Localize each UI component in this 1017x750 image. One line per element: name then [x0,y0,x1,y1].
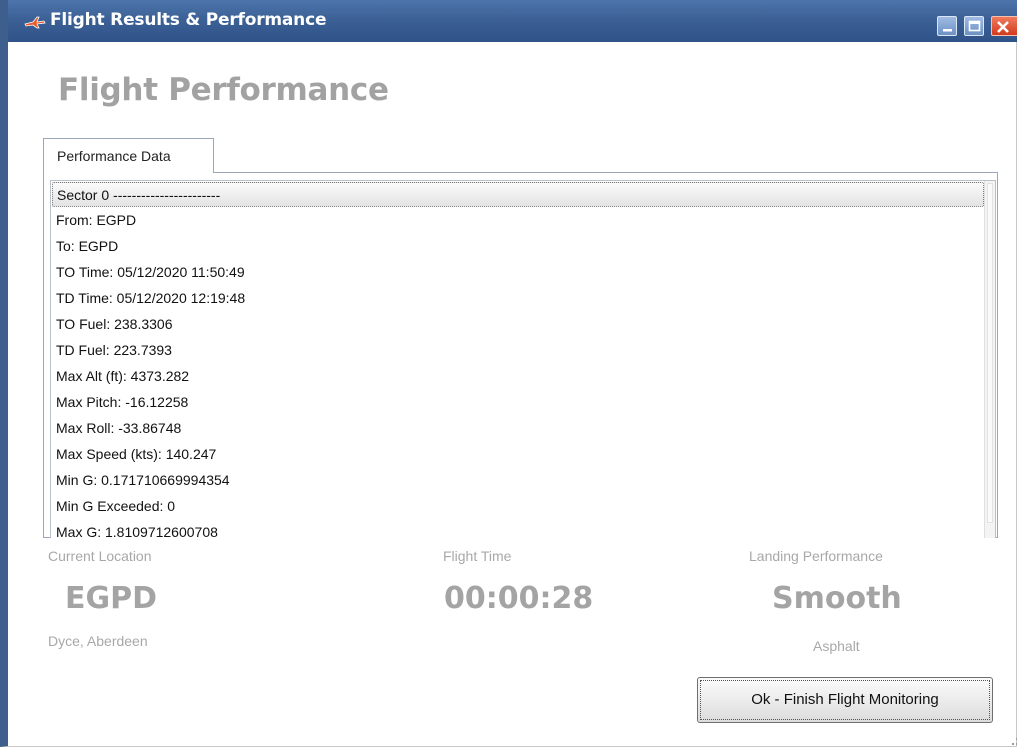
list-item[interactable]: TO Time: 05/12/2020 11:50:49 [56,260,245,285]
scroll-thumb[interactable] [987,183,993,523]
list-item[interactable]: Sector 0 ----------------------- [52,182,984,207]
close-icon [997,21,1009,33]
close-button[interactable] [991,16,1017,36]
list-item[interactable]: From: EGPD [56,208,136,233]
flight-time-label: Flight Time [443,548,512,564]
landing-performance-label: Landing Performance [749,548,883,564]
landing-performance-value: Smooth [772,581,902,616]
resize-grip-icon[interactable] [1012,730,1017,746]
list-item[interactable]: TD Time: 05/12/2020 12:19:48 [56,286,245,311]
list-item[interactable]: Max G: 1.8109712600708 [56,520,218,538]
list-item[interactable]: Min G Exceeded: 0 [56,494,175,519]
performance-data-list[interactable]: Sector 0 ----------------------- From: E… [50,180,996,538]
title-bar[interactable]: Flight Results & Performance [8,0,1017,42]
list-item[interactable]: Max Alt (ft): 4373.282 [56,364,189,389]
current-location-label: Current Location [48,548,152,564]
list-scrollbar[interactable] [984,181,995,538]
list-item[interactable]: Max Speed (kts): 140.247 [56,442,216,467]
airplane-icon [24,14,46,29]
list-item[interactable]: Min G: 0.171710669994354 [56,468,230,493]
window-title: Flight Results & Performance [50,10,327,30]
current-location-value: EGPD [65,581,158,616]
list-item[interactable]: Max Pitch: -16.12258 [56,390,188,415]
list-item[interactable]: TD Fuel: 223.7393 [56,338,172,363]
list-item[interactable]: To: EGPD [56,234,118,259]
flight-time-value: 00:00:28 [444,581,594,616]
list-item[interactable]: TO Fuel: 238.3306 [56,312,172,337]
minimize-icon [943,29,952,32]
page-title: Flight Performance [58,72,389,108]
tab-performance-data[interactable]: Performance Data [43,138,214,173]
finish-flight-monitoring-button[interactable]: Ok - Finish Flight Monitoring [697,677,993,723]
maximize-icon [968,20,981,32]
runway-surface: Asphalt [813,638,860,654]
maximize-button[interactable] [964,16,984,36]
location-name: Dyce, Aberdeen [48,633,148,649]
flight-results-window: Flight Results & Performance Flight Perf… [0,0,1017,747]
minimize-button[interactable] [937,16,957,36]
list-item[interactable]: Max Roll: -33.86748 [56,416,181,441]
